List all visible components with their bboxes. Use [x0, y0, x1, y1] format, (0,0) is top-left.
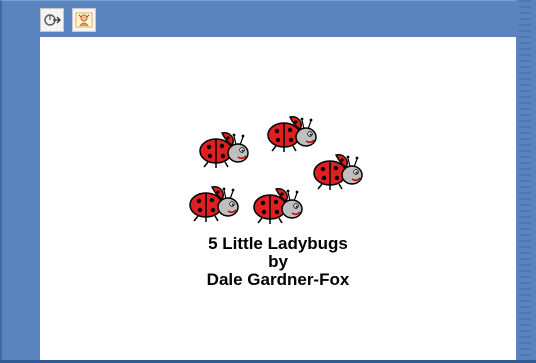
ladybug-4: [189, 185, 239, 223]
arrow-back-icon: [44, 14, 61, 26]
page-canvas: 5 Little Ladybugs by Dale Gardner-Fox: [40, 37, 516, 361]
ladybug-2: [267, 115, 317, 153]
menu-button[interactable]: [72, 8, 96, 32]
character-icon: [75, 12, 93, 28]
ladybugs-illustration: [189, 115, 363, 225]
ladybug-3: [313, 153, 363, 191]
right-scroll-rail: [516, 0, 536, 363]
rail-ticks: [519, 0, 531, 363]
book-title: 5 Little Ladybugs: [208, 234, 348, 253]
author-name: Dale Gardner-Fox: [206, 270, 350, 289]
ladybug-5: [253, 187, 303, 225]
back-button[interactable]: [40, 8, 64, 32]
ladybug-1: [199, 131, 249, 169]
by-line: by: [268, 252, 288, 271]
toolbar: [40, 8, 96, 34]
